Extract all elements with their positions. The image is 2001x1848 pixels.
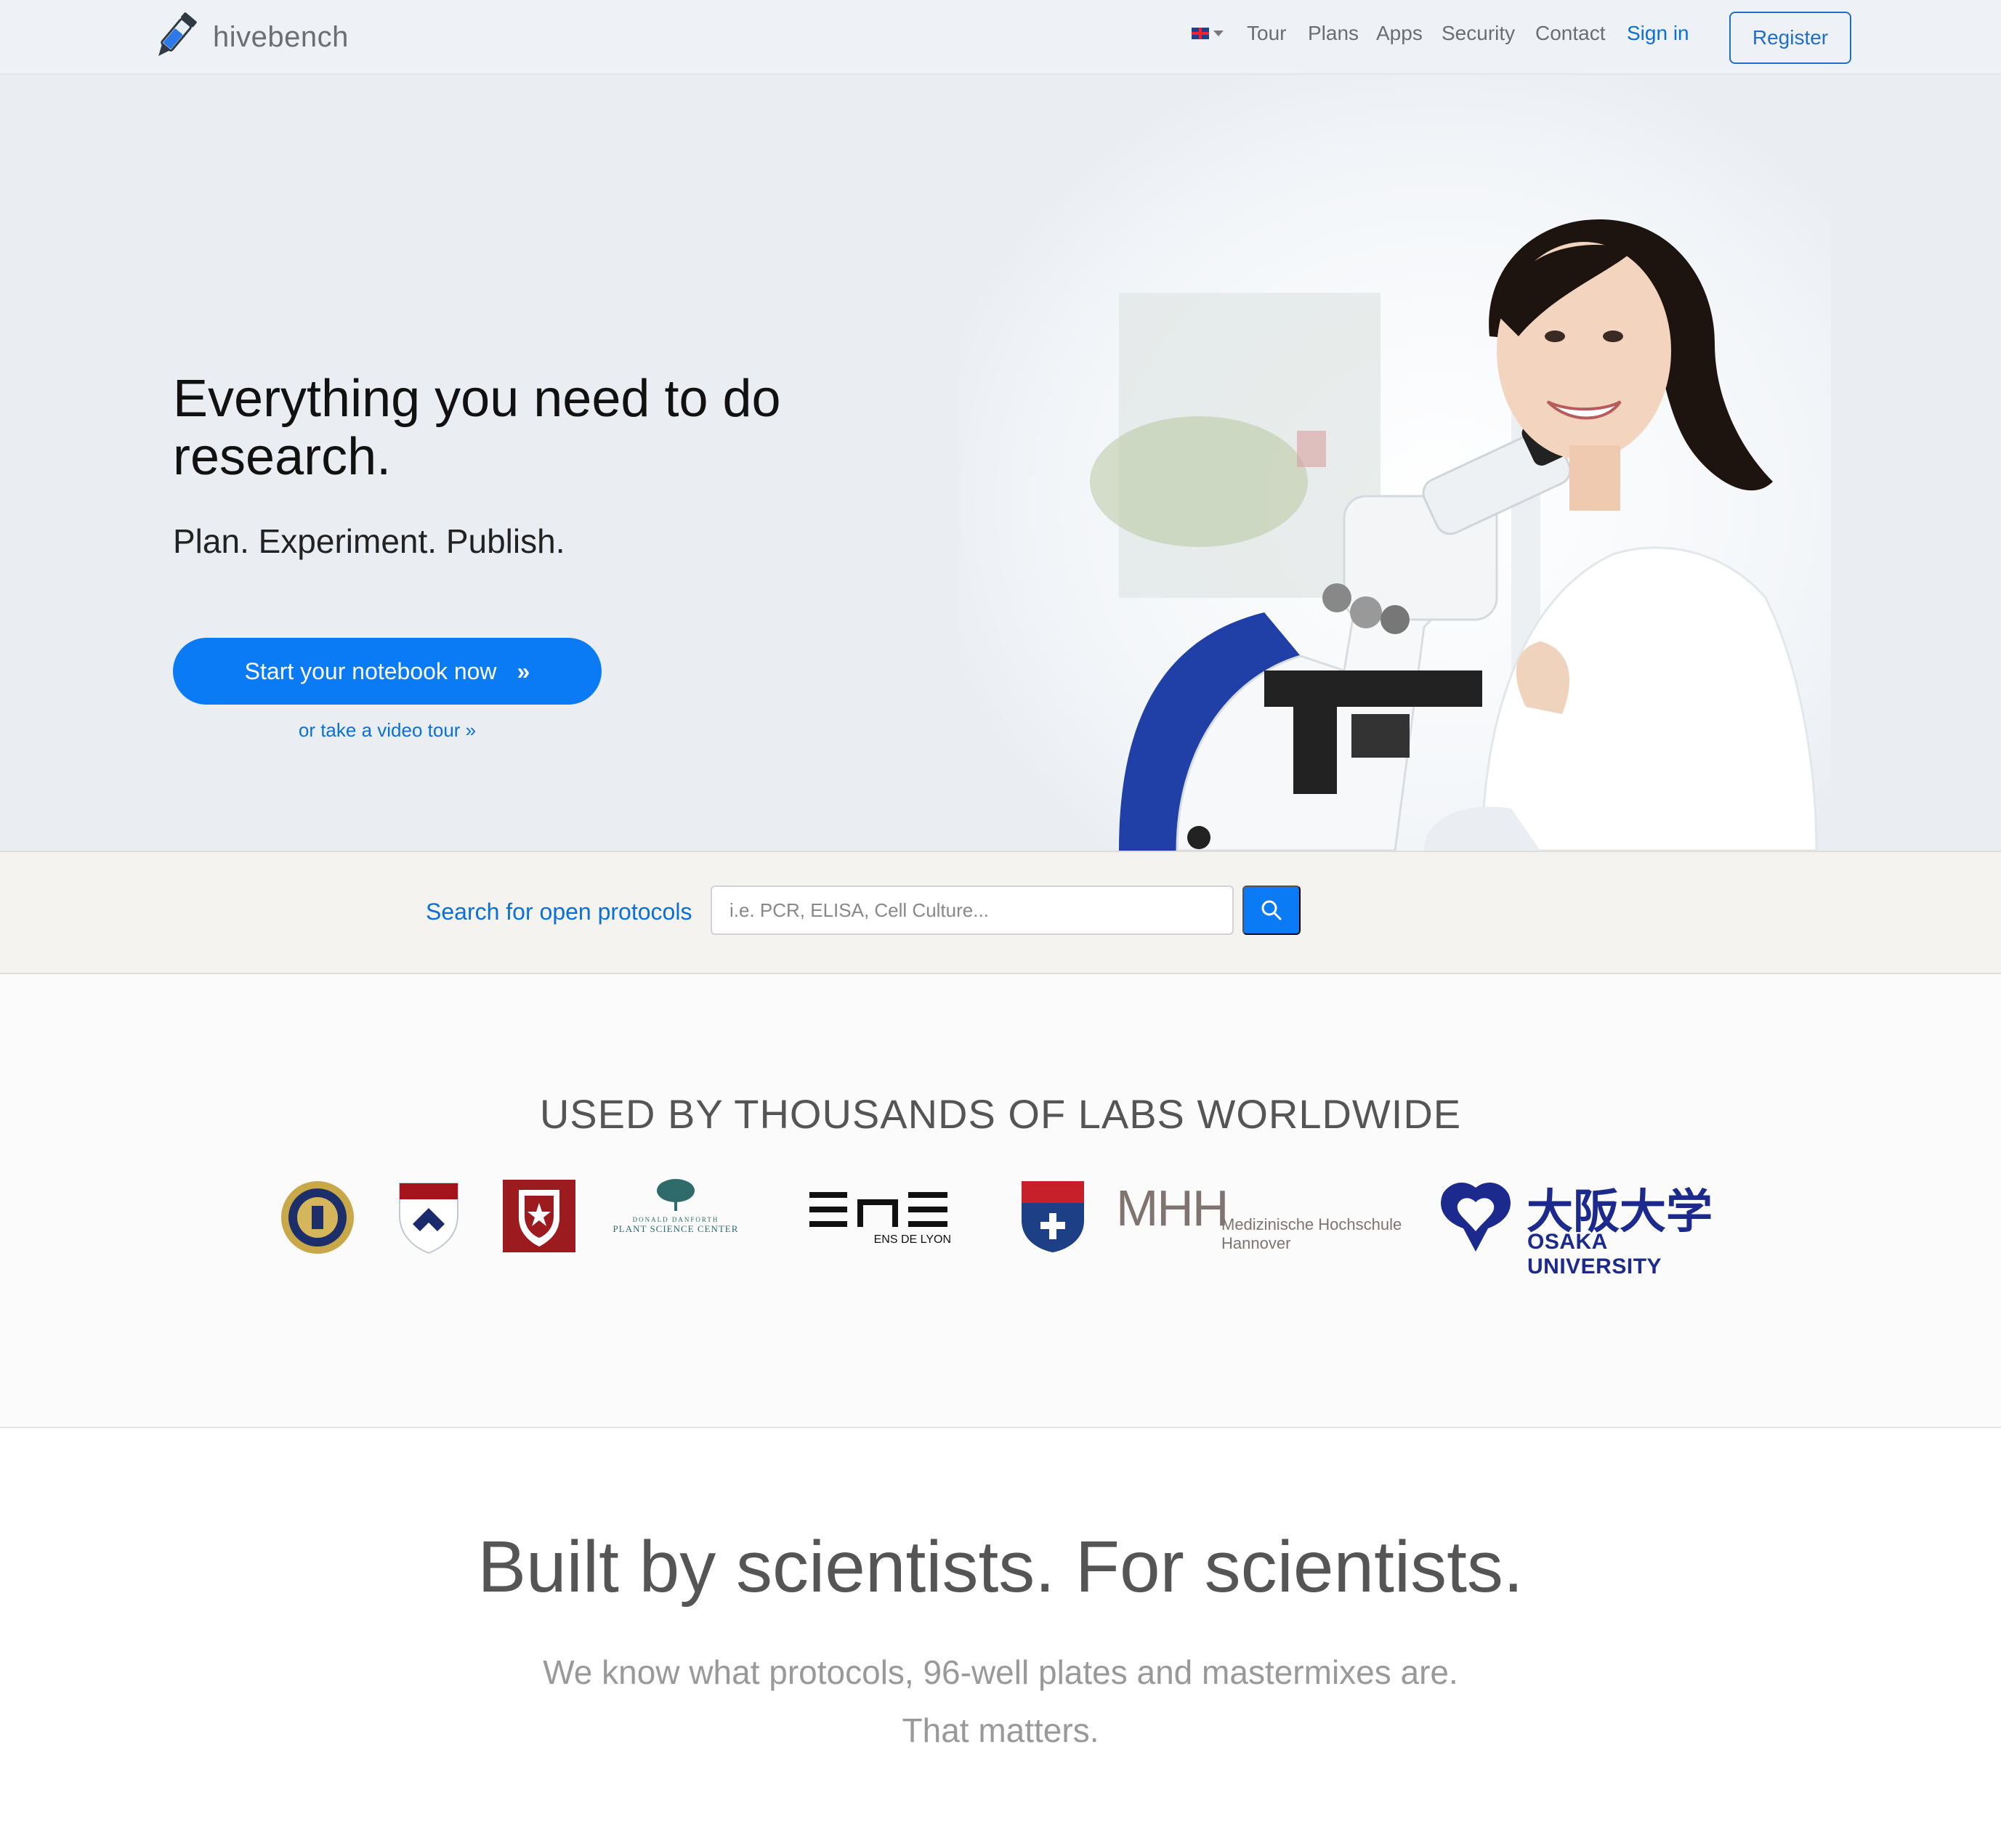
danforth-line1: DONALD DANFORTH bbox=[632, 1216, 719, 1223]
hero: Everything you need to do research. Plan… bbox=[0, 75, 2001, 851]
built-line2: That matters. bbox=[902, 1711, 1099, 1749]
penn-shield-logo bbox=[399, 1183, 458, 1255]
pipette-logo-icon bbox=[158, 12, 197, 57]
chevron-down-icon bbox=[1213, 31, 1224, 36]
ens-mark-icon bbox=[809, 1192, 947, 1227]
search-button[interactable] bbox=[1242, 885, 1301, 935]
built-line1: We know what protocols, 96-well plates a… bbox=[543, 1653, 1458, 1691]
ens-lyon-logo: ENS DE LYON bbox=[809, 1192, 951, 1247]
crest-shield-logo bbox=[1022, 1181, 1084, 1252]
tree-icon bbox=[657, 1179, 695, 1211]
danforth-logo: DONALD DANFORTH PLANT SCIENCE CENTER bbox=[610, 1176, 741, 1235]
osaka-name: OSAKA UNIVERSITY bbox=[1527, 1230, 1662, 1278]
built-title: Built by scientists. For scientists. bbox=[477, 1526, 1524, 1608]
uk-flag-icon bbox=[1192, 28, 1209, 39]
brand-name: hivebench bbox=[213, 20, 349, 53]
scientist-microscope-image bbox=[959, 75, 1831, 851]
osaka-emblem-icon bbox=[1441, 1183, 1511, 1252]
brand[interactable]: hivebench bbox=[149, 6, 349, 68]
cta-arrow: » bbox=[517, 657, 530, 684]
hero-subtitle: Plan. Experiment. Publish. bbox=[173, 522, 565, 560]
ens-text: ENS DE LYON bbox=[873, 1233, 951, 1246]
nav-contact[interactable]: Contact bbox=[1535, 22, 1606, 45]
video-tour-link[interactable]: or take a video tour » bbox=[173, 719, 602, 742]
osaka-university-logo: 大阪大学 OSAKA UNIVERSITY bbox=[1436, 1175, 1726, 1278]
cta-label: Start your notebook now bbox=[244, 657, 497, 684]
red-shield-logo bbox=[503, 1180, 575, 1252]
signin-link[interactable]: Sign in bbox=[1627, 22, 1689, 45]
partner-logos-section: USED BY THOUSANDS OF LABS WORLDWIDE DONA… bbox=[0, 974, 2001, 1428]
navbar: hivebench Tour Plans Apps Security Conta… bbox=[0, 0, 2001, 75]
search-label: Search for open protocols bbox=[426, 899, 692, 925]
nav-tour[interactable]: Tour bbox=[1247, 22, 1286, 45]
language-selector[interactable] bbox=[1192, 28, 1224, 39]
built-subtitle: We know what protocols, 96-well plates a… bbox=[0, 1643, 2001, 1759]
danforth-line2: PLANT SCIENCE CENTER bbox=[613, 1223, 739, 1234]
start-notebook-button[interactable]: Start your notebook now » bbox=[173, 638, 602, 705]
protocol-search-input[interactable] bbox=[711, 885, 1234, 935]
nav-security[interactable]: Security bbox=[1442, 22, 1515, 45]
hero-title: Everything you need to do research. bbox=[173, 370, 781, 486]
nav-plans[interactable]: Plans bbox=[1308, 22, 1359, 45]
mhh-logo: MHH Medizinische Hochschule Hannover bbox=[1116, 1179, 1407, 1259]
register-button[interactable]: Register bbox=[1729, 12, 1851, 64]
search-icon bbox=[1261, 900, 1282, 920]
mhh-line2: Hannover bbox=[1221, 1234, 1291, 1252]
mhh-mark: MHH bbox=[1116, 1180, 1229, 1236]
nav-apps[interactable]: Apps bbox=[1376, 22, 1423, 45]
university-seal-logo bbox=[281, 1181, 354, 1254]
protocol-search-band: Search for open protocols bbox=[0, 851, 2001, 974]
mhh-line1: Medizinische Hochschule bbox=[1221, 1215, 1402, 1233]
logos-title: USED BY THOUSANDS OF LABS WORLDWIDE bbox=[539, 1091, 1462, 1137]
